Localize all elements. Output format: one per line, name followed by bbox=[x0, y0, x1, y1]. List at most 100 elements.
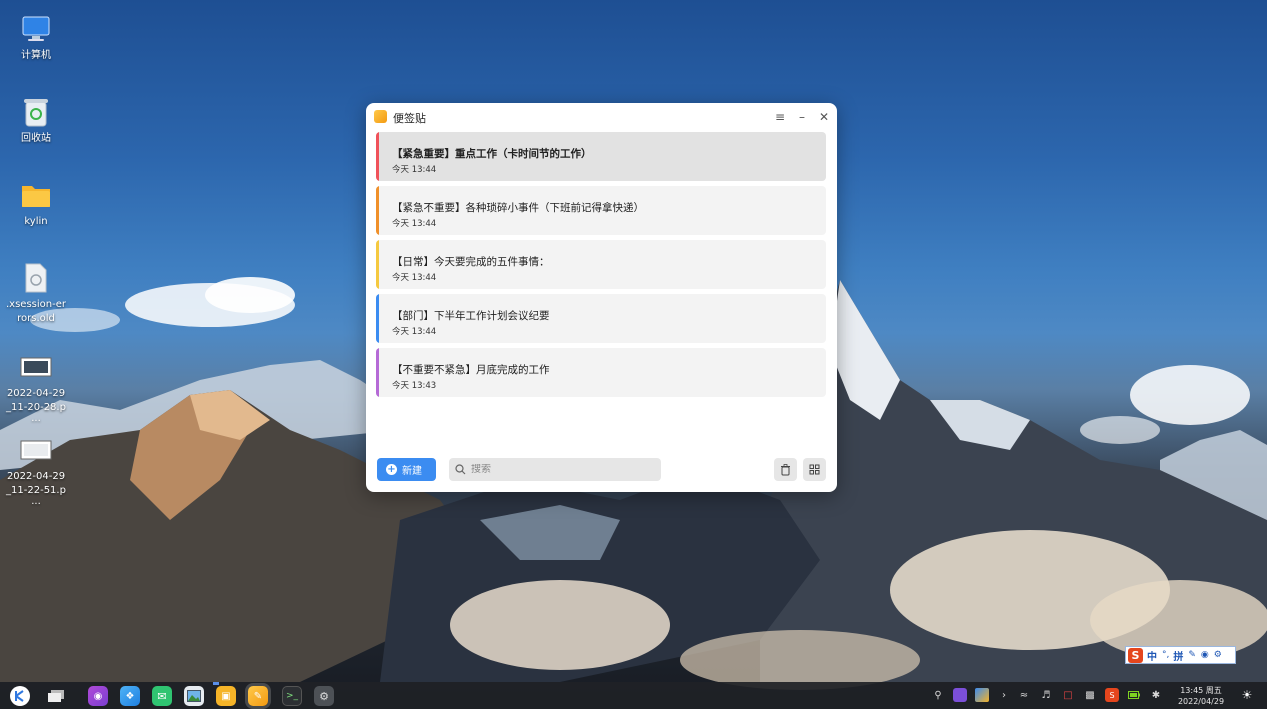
taskbar-app-image-viewer[interactable] bbox=[184, 686, 204, 706]
note-time: 今天 13:43 bbox=[392, 381, 437, 391]
punctuation-icon[interactable]: °, bbox=[1162, 650, 1169, 660]
image-viewer-icon bbox=[187, 690, 201, 702]
note-color-bar bbox=[376, 240, 379, 289]
taskbar-app-kylin-manager[interactable]: ▣ bbox=[216, 686, 236, 706]
minimize-icon: – bbox=[799, 110, 805, 124]
note-title: 【日常】今天要完成的五件事情： bbox=[392, 256, 550, 268]
sticky-note-icon: ✎ bbox=[253, 690, 263, 702]
document-icon bbox=[19, 261, 53, 295]
close-button[interactable]: ✕ bbox=[815, 108, 833, 126]
image-file-icon bbox=[19, 433, 53, 467]
clipboard-icon[interactable]: ▩ bbox=[1083, 688, 1097, 702]
minimize-button[interactable]: – bbox=[793, 108, 811, 126]
sogou-tray-icon[interactable]: S bbox=[1105, 688, 1119, 702]
tray-window-icon[interactable] bbox=[975, 688, 989, 702]
note-title: 【紧急重要】重点工作（卡时间节的工作） bbox=[392, 148, 592, 160]
search-input[interactable] bbox=[471, 464, 651, 475]
note-title: 【部门】下半年工作计划会议纪要 bbox=[392, 310, 550, 322]
note-time: 今天 13:44 bbox=[392, 327, 437, 337]
mail-icon: ✉ bbox=[157, 689, 167, 703]
note-item[interactable]: 【不重要不紧急】月底完成的工作 今天 13:43 bbox=[376, 348, 826, 397]
kylin-manager-icon: ▣ bbox=[221, 690, 231, 702]
bluetooth-icon[interactable]: ✱ bbox=[1149, 688, 1163, 702]
taskbar-app-sticky-notes[interactable]: ✎ bbox=[248, 686, 268, 706]
tray-expand-icon[interactable]: › bbox=[997, 688, 1011, 702]
ime-status-bar[interactable]: S 中 °, 拼 ✎ ◉ ⚙ bbox=[1125, 646, 1236, 664]
desktop-icon-trash[interactable]: 回收站 bbox=[0, 95, 72, 146]
system-clock[interactable]: 13:45 周五 2022/04/29 bbox=[1172, 685, 1230, 707]
theme-toggle-icon[interactable]: ☀ bbox=[1240, 688, 1254, 702]
note-item[interactable]: 【部门】下半年工作计划会议纪要 今天 13:44 bbox=[376, 294, 826, 343]
desktop-icon-label: kylin bbox=[24, 216, 48, 227]
multitask-view-button[interactable] bbox=[46, 686, 66, 706]
desktop-icon-xsession-errors[interactable]: .xsession-errors.old bbox=[0, 261, 72, 326]
image-file-icon bbox=[19, 350, 53, 384]
desktop-icon-label: 2022-04-29_11-20-28.p··· bbox=[6, 388, 66, 427]
clock-time: 13:45 周五 bbox=[1180, 686, 1222, 695]
trash-icon bbox=[19, 95, 53, 129]
clock-date: 2022/04/29 bbox=[1177, 697, 1225, 706]
multitask-icon bbox=[48, 690, 64, 702]
ime-pinyin-label[interactable]: 拼 bbox=[1173, 648, 1183, 663]
kylin-logo-icon bbox=[15, 690, 24, 702]
notification-icon[interactable]: □ bbox=[1061, 688, 1075, 702]
taskbar-app-mail[interactable]: ✉ bbox=[152, 686, 172, 706]
note-item[interactable]: 【紧急重要】重点工作（卡时间节的工作） 今天 13:44 bbox=[376, 132, 826, 181]
taskbar-app-settings[interactable]: ⚙ bbox=[314, 686, 334, 706]
desktop-icon-kylin-folder[interactable]: kylin bbox=[0, 178, 72, 229]
running-indicator bbox=[213, 682, 219, 685]
note-color-bar bbox=[376, 132, 379, 181]
desktop-icon-label: .xsession-errors.old bbox=[6, 299, 66, 324]
note-color-bar bbox=[376, 186, 379, 235]
taskbar-app-software-store[interactable]: ❖ bbox=[120, 686, 140, 706]
store-icon: ❖ bbox=[125, 690, 135, 702]
sticky-notes-app-icon bbox=[374, 110, 387, 123]
sticky-notes-window: 便签贴 ≡ – ✕ 【紧急重要】重点工作（卡时间节的工作） 今天 13:44 【… bbox=[366, 103, 837, 492]
volume-muted-icon[interactable]: ♬ bbox=[1039, 688, 1053, 702]
grid-view-icon bbox=[809, 464, 820, 475]
note-item[interactable]: 【紧急不重要】各种琐碎小事件（下班前记得拿快递） 今天 13:44 bbox=[376, 186, 826, 235]
note-time: 今天 13:44 bbox=[392, 165, 437, 175]
note-item[interactable]: 【日常】今天要完成的五件事情： 今天 13:44 bbox=[376, 240, 826, 289]
desktop-icon-computer[interactable]: 计算机 bbox=[0, 12, 72, 63]
grid-view-button[interactable] bbox=[803, 458, 826, 481]
battery-icon[interactable] bbox=[1127, 688, 1141, 702]
search-icon bbox=[455, 464, 466, 475]
folder-icon bbox=[19, 178, 53, 212]
search-icon[interactable]: ⚲ bbox=[931, 688, 945, 702]
skin-icon[interactable]: ◉ bbox=[1201, 650, 1209, 660]
delete-note-button[interactable] bbox=[774, 458, 797, 481]
note-color-bar bbox=[376, 348, 379, 397]
wifi-icon[interactable]: ≈ bbox=[1017, 688, 1031, 702]
search-box[interactable] bbox=[449, 458, 661, 481]
trash-icon bbox=[781, 463, 790, 475]
pen-icon[interactable]: ✎ bbox=[1188, 650, 1196, 660]
taskbar-app-terminal[interactable]: >_ bbox=[282, 686, 302, 706]
new-note-button[interactable]: + 新建 bbox=[377, 458, 436, 481]
computer-icon bbox=[19, 12, 53, 46]
sogou-logo-icon: S bbox=[1128, 647, 1143, 663]
note-time: 今天 13:44 bbox=[392, 219, 437, 229]
taskbar: ◉ ❖ ✉ ▣ ✎ >_ ⚙ ⚲ › ≈ ♬ □ ▩ S ✱ 13:45 周五 … bbox=[0, 682, 1267, 709]
new-note-label: 新建 bbox=[402, 466, 422, 477]
note-color-bar bbox=[376, 294, 379, 343]
desktop-icon-label: 2022-04-29_11-22-51.p··· bbox=[6, 471, 66, 510]
note-time: 今天 13:44 bbox=[392, 273, 437, 283]
taskbar-app-screenshot[interactable]: ◉ bbox=[88, 686, 108, 706]
plus-icon: + bbox=[386, 463, 397, 475]
start-menu-button[interactable] bbox=[10, 686, 30, 706]
window-title: 便签贴 bbox=[393, 112, 426, 125]
note-title: 【紧急不重要】各种琐碎小事件（下班前记得拿快递） bbox=[392, 202, 644, 214]
ime-mode-label[interactable]: 中 bbox=[1147, 648, 1157, 663]
window-titlebar[interactable]: 便签贴 ≡ – ✕ bbox=[366, 103, 837, 131]
desktop-icon-screenshot-1[interactable]: 2022-04-29_11-20-28.p··· bbox=[0, 350, 72, 429]
menu-button[interactable]: ≡ bbox=[771, 108, 789, 126]
camera-icon: ◉ bbox=[93, 690, 103, 702]
settings-icon[interactable]: ⚙ bbox=[1214, 650, 1222, 660]
desktop-icon-label: 回收站 bbox=[21, 133, 51, 144]
settings-icon: ⚙ bbox=[319, 689, 329, 703]
tray-app-icon[interactable] bbox=[953, 688, 967, 702]
desktop-icon-screenshot-2[interactable]: 2022-04-29_11-22-51.p··· bbox=[0, 433, 72, 512]
menu-icon: ≡ bbox=[774, 110, 786, 124]
close-icon: ✕ bbox=[818, 110, 830, 124]
